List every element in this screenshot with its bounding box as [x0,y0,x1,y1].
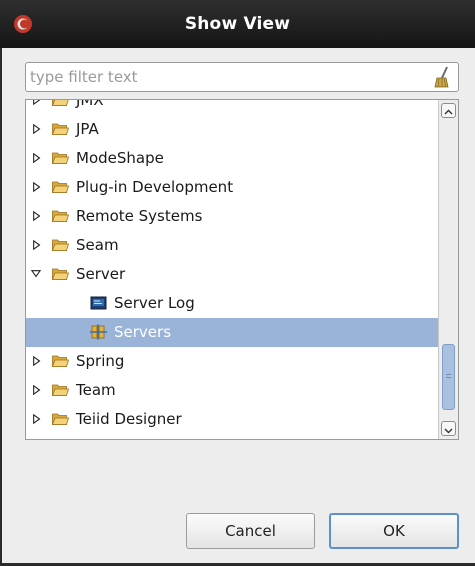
tree-row[interactable]: Seam [26,231,438,260]
folder-open-icon [52,152,69,164]
folder-open-icon [52,413,69,425]
grip-line [446,377,451,378]
ok-button[interactable]: OK [329,513,459,549]
folder-open-icon [52,100,69,106]
tree-item-label: Remote Systems [76,207,203,225]
chevron-up-icon [444,109,453,115]
tree-row[interactable]: Spring [26,347,438,376]
collapsed-triangle-icon[interactable] [32,211,42,221]
tree-item-label: Team [76,381,116,399]
folder-open-icon [52,210,69,222]
tree-rows: JMX JPA ModeShape Plug-in Development Remote… [26,99,438,434]
tree-row[interactable]: Remote Systems [26,202,438,231]
vertical-scrollbar[interactable] [438,100,458,439]
tree-row[interactable]: JPA [26,115,438,144]
server-log-icon [90,296,107,310]
scroll-down-button[interactable] [441,421,456,436]
collapsed-triangle-icon[interactable] [32,414,42,424]
tree-row[interactable]: Server [26,260,438,289]
cancel-button[interactable]: Cancel [186,513,315,549]
tree-row[interactable]: JMX [26,99,438,115]
collapsed-triangle-icon[interactable] [32,124,42,134]
tree-item-label: Server [76,265,126,283]
tree-item-label: Plug-in Development [76,178,234,196]
collapsed-triangle-icon[interactable] [32,385,42,395]
folder-open-icon [52,181,69,193]
tree-item-label: Seam [76,236,119,254]
tree-row[interactable]: Server Log [26,289,438,318]
folder-open-icon [52,384,69,396]
clear-filter-broom-icon[interactable] [432,66,452,88]
scroll-thumb[interactable] [442,344,455,410]
title-bar[interactable]: Show View [0,0,475,48]
folder-open-icon [52,239,69,251]
collapsed-triangle-icon[interactable] [32,356,42,366]
tree-row[interactable]: Teiid Designer [26,405,438,434]
tree-item-label: Server Log [114,294,195,312]
show-view-dialog: Show View JMX JPA ModeShape Plug-in Develop… [0,0,475,566]
tree-item-label: JPA [76,120,99,138]
tree-row[interactable]: Servers [26,318,438,347]
chevron-down-icon [444,428,453,434]
collapsed-triangle-icon[interactable] [32,153,42,163]
tree-item-label: Spring [76,352,125,370]
view-tree[interactable]: JMX JPA ModeShape Plug-in Development Remote… [25,99,459,440]
scroll-up-button[interactable] [441,103,456,118]
folder-open-icon [52,123,69,135]
tree-row[interactable]: Plug-in Development [26,173,438,202]
tree-row[interactable]: Team [26,376,438,405]
collapsed-triangle-icon[interactable] [32,182,42,192]
filter-box[interactable] [25,62,459,92]
tree-row[interactable]: ModeShape [26,144,438,173]
tree-item-label: JMX [76,99,104,109]
tree-item-label: Teiid Designer [76,410,182,428]
collapsed-triangle-icon[interactable] [32,99,42,105]
collapsed-triangle-icon[interactable] [32,240,42,250]
folder-open-icon [52,355,69,367]
folder-open-icon [52,268,69,280]
window-border-left [0,48,2,566]
expanded-triangle-icon[interactable] [31,269,41,279]
servers-icon [90,324,107,340]
grip-line [446,374,451,375]
tree-item-label: Servers [114,323,172,341]
filter-input[interactable] [30,66,425,88]
window-title: Show View [184,14,291,34]
tree-item-label: ModeShape [76,149,164,167]
